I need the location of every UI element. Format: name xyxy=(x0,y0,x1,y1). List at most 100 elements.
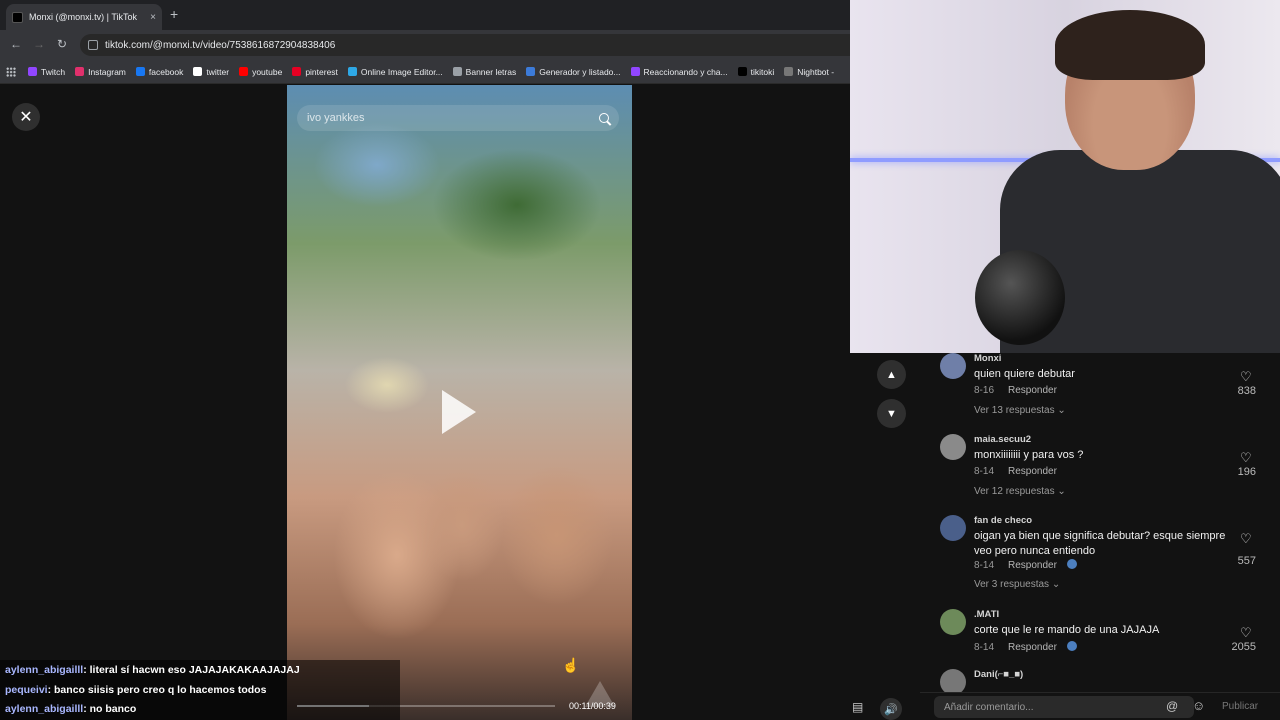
search-query: ivo yankkes xyxy=(307,112,365,124)
comment-meta: 8-16 Responder xyxy=(974,385,1057,396)
comment-username[interactable]: .MATI xyxy=(974,609,999,620)
avatar[interactable] xyxy=(940,609,966,635)
bookmark-label: Online Image Editor... xyxy=(360,66,443,77)
volume-icon: 🔊 xyxy=(884,703,898,716)
bookmark-label: Twitch xyxy=(41,66,66,77)
bookmark-favicon-icon xyxy=(347,67,357,76)
microphone xyxy=(975,250,1065,345)
play-icon[interactable] xyxy=(442,390,476,434)
avatar[interactable] xyxy=(940,434,966,460)
chat-username: aylenn_abigailll xyxy=(5,703,84,715)
reply-button[interactable]: Responder xyxy=(1008,466,1057,477)
chat-message: aylenn_abigailll: no banco xyxy=(5,703,136,715)
bookmark-item[interactable]: youtube xyxy=(239,67,282,77)
apps-grid-icon[interactable] xyxy=(6,66,16,77)
comment-input-bar: Añadir comentario... @ ☺ Publicar xyxy=(920,692,1280,720)
creator-liked-icon xyxy=(1066,559,1077,569)
comment-date: 8-14 xyxy=(974,642,995,653)
bookmark-label: Generador y listado... xyxy=(539,66,621,77)
like-heart-icon[interactable]: ♡ xyxy=(1240,531,1252,547)
chat-username: aylenn_abigailll xyxy=(5,664,84,676)
bookmark-favicon-icon xyxy=(239,67,249,76)
forward-arrow-icon[interactable]: → xyxy=(33,37,45,51)
back-arrow-icon[interactable]: ← xyxy=(10,37,22,51)
stream-chat-overlay: aylenn_abigailll: literal sí hacwn eso J… xyxy=(0,660,400,720)
bookmark-favicon-icon xyxy=(737,67,747,76)
bookmark-item[interactable]: Nightbot - xyxy=(784,67,834,77)
bookmark-item[interactable]: twitter xyxy=(193,67,229,77)
browser-tab-strip: Monxi (@monxi.tv) | TikTok × + xyxy=(0,0,850,30)
bookmark-item[interactable]: Banner letras xyxy=(452,67,516,77)
bookmark-label: Reaccionando y cha... xyxy=(643,66,728,77)
bookmark-label: twitter xyxy=(206,66,230,77)
reply-button[interactable]: Responder xyxy=(1008,642,1057,653)
new-tab-button[interactable]: + xyxy=(170,6,178,22)
comment-text: oigan ya bien que significa debutar? esq… xyxy=(974,530,1226,557)
emoji-icon[interactable]: ☺ xyxy=(1192,698,1205,713)
bookmarks-bar: Twitch Instagram facebook twitter youtube pin… xyxy=(0,60,850,84)
reply-button[interactable]: Responder xyxy=(1008,560,1057,571)
like-heart-icon[interactable]: ♡ xyxy=(1240,369,1252,385)
chevron-down-icon: ▼ xyxy=(886,407,897,420)
video-timecode: 00:11/00:39 xyxy=(569,701,616,711)
comment-username[interactable]: maia.secuu2 xyxy=(974,434,1031,445)
reply-button[interactable]: Responder xyxy=(1008,385,1057,396)
view-replies-button[interactable]: Ver 13 respuestas ⌄ xyxy=(974,405,1066,416)
url-text: tiktok.com/@monxi.tv/video/7538616872904… xyxy=(105,39,336,51)
comment-username[interactable]: Monxi xyxy=(974,353,1001,364)
publish-button[interactable]: Publicar xyxy=(1222,701,1258,712)
previous-video-button[interactable]: ▲ xyxy=(877,360,906,389)
like-count: 2055 xyxy=(1231,641,1256,653)
view-replies-button[interactable]: Ver 12 respuestas ⌄ xyxy=(974,486,1066,497)
bookmark-item[interactable]: Twitch xyxy=(28,67,65,77)
view-replies-button[interactable]: Ver 3 respuestas ⌄ xyxy=(974,579,1060,590)
bookmark-favicon-icon xyxy=(193,67,203,76)
chevron-up-icon: ▲ xyxy=(886,368,897,381)
comment-text: monxiiiiiiii y para vos ? xyxy=(974,449,1084,461)
bookmark-item[interactable]: tikitoki xyxy=(737,66,775,77)
next-video-button[interactable]: ▼ xyxy=(877,399,906,428)
bookmark-item[interactable]: facebook xyxy=(135,66,184,77)
close-video-button[interactable]: ✕ xyxy=(12,103,40,131)
avatar[interactable] xyxy=(940,515,966,541)
video-player[interactable]: ivo yankkes 00:11/00:39 xyxy=(287,85,632,720)
volume-button[interactable]: 🔊 xyxy=(880,698,902,720)
comment-date: 8-16 xyxy=(974,385,995,396)
bookmark-item[interactable]: Online Image Editor... xyxy=(347,66,443,77)
search-icon xyxy=(599,113,609,123)
comment-username[interactable]: fan de checo xyxy=(974,515,1032,526)
like-heart-icon[interactable]: ♡ xyxy=(1240,625,1252,641)
chat-text: : banco siisis pero creo q lo hacemos to… xyxy=(47,683,267,696)
bookmark-favicon-icon xyxy=(784,67,794,76)
tab-close-icon[interactable]: × xyxy=(150,12,156,23)
comment-username[interactable]: Dani(⌐■_■) xyxy=(974,669,1023,680)
browser-tab[interactable]: Monxi (@monxi.tv) | TikTok × xyxy=(6,4,162,30)
bookmark-label: facebook xyxy=(148,66,184,77)
comment-input[interactable]: Añadir comentario... xyxy=(934,696,1194,718)
site-settings-icon[interactable] xyxy=(88,40,98,50)
mention-at-icon[interactable]: @ xyxy=(1166,699,1178,713)
bookmark-label: tikitoki xyxy=(750,66,775,77)
comment-date: 8-14 xyxy=(974,560,995,571)
comment-meta: 8-14 Responder xyxy=(974,641,1077,653)
comment-text: corte que le re mando de una JAJAJA xyxy=(974,624,1160,636)
bookmark-item[interactable]: pinterest xyxy=(292,67,338,77)
view-replies-label: Ver 3 respuestas xyxy=(974,579,1050,590)
video-search-overlay[interactable]: ivo yankkes xyxy=(297,105,619,131)
reload-icon[interactable]: ↻ xyxy=(57,37,67,51)
chat-text: : no banco xyxy=(83,703,137,715)
comment-text: quien quiere debutar xyxy=(974,368,1075,380)
bookmark-item[interactable]: Reaccionando y cha... xyxy=(630,66,728,77)
bookmark-item[interactable]: Instagram xyxy=(75,67,126,77)
bookmark-label: pinterest xyxy=(305,66,338,77)
chat-text: : literal sí hacwn eso JAJAJAKAKAAJAJAJ xyxy=(83,664,300,676)
report-icon[interactable]: ▤ xyxy=(852,700,863,714)
like-heart-icon[interactable]: ♡ xyxy=(1240,450,1252,466)
avatar[interactable] xyxy=(940,353,966,379)
tiktok-favicon-icon xyxy=(12,11,23,23)
comments-panel: Monxi quien quiere debutar 8-16 Responder Ve… xyxy=(920,353,1280,720)
address-bar[interactable]: tiktok.com/@monxi.tv/video/7538616872904… xyxy=(80,34,850,56)
bookmark-item[interactable]: Generador y listado... xyxy=(526,66,621,77)
bookmark-label: youtube xyxy=(252,66,283,77)
bookmark-favicon-icon xyxy=(28,67,37,76)
